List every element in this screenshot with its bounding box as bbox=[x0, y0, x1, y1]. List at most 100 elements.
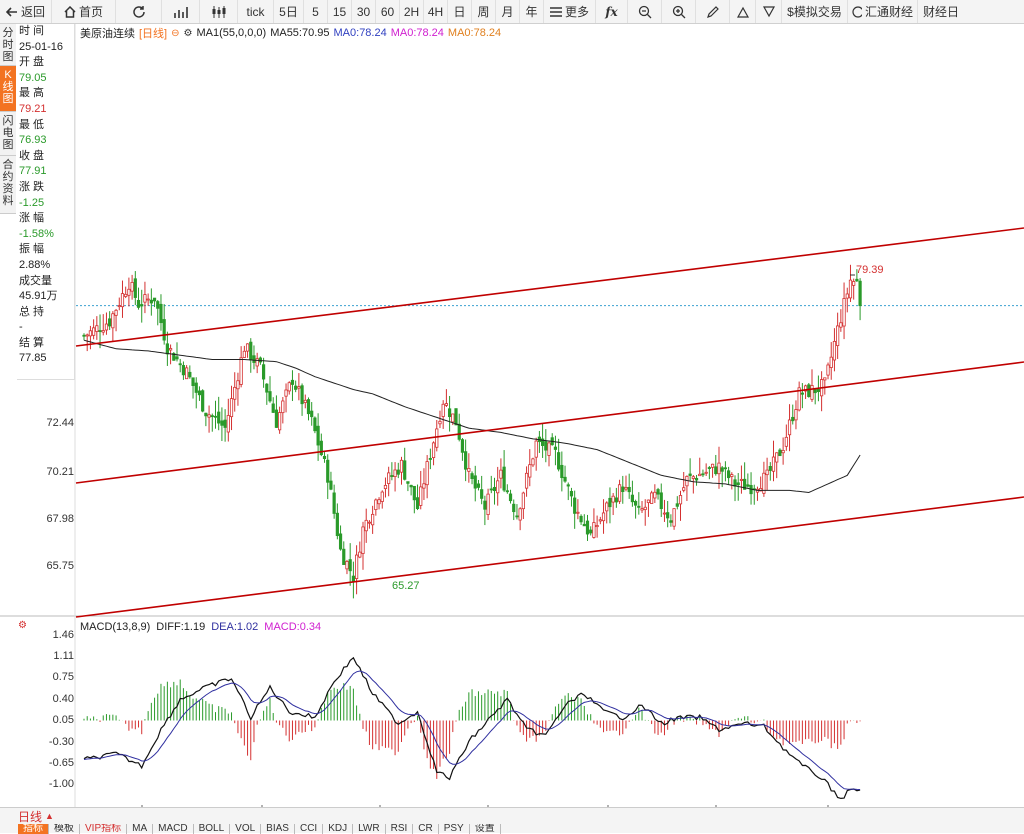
symbol-name: 美原油连续 bbox=[80, 28, 135, 40]
zoom-in-button[interactable] bbox=[662, 0, 696, 23]
candle bbox=[762, 461, 766, 497]
more-label: 更多 bbox=[564, 5, 589, 19]
candle bbox=[755, 486, 760, 501]
candle-body bbox=[842, 298, 846, 327]
caijing-button[interactable]: 财经日 bbox=[918, 0, 964, 23]
candle-body bbox=[707, 467, 711, 469]
period-tick[interactable]: tick bbox=[238, 0, 274, 23]
open-value: 79.05 bbox=[19, 71, 47, 84]
candle bbox=[419, 470, 423, 510]
period-month[interactable]: 月 bbox=[496, 0, 520, 23]
open-interest-value: - bbox=[19, 321, 23, 334]
candle bbox=[223, 409, 227, 442]
period-year[interactable]: 年 bbox=[520, 0, 544, 23]
candle-body bbox=[589, 529, 593, 534]
candle-body bbox=[736, 482, 740, 486]
candle-body bbox=[335, 512, 339, 537]
tab-contract[interactable]: 合约资料 bbox=[0, 156, 16, 214]
candle bbox=[669, 514, 673, 527]
macd-settings-icon[interactable]: ⚙ bbox=[18, 620, 27, 631]
bar-chart-icon bbox=[173, 6, 188, 18]
period-day[interactable]: 日 bbox=[448, 0, 472, 23]
period-4h[interactable]: 4H bbox=[424, 0, 448, 23]
candle-body bbox=[194, 382, 198, 393]
candle-body bbox=[98, 330, 102, 332]
candlestick-series bbox=[82, 264, 862, 599]
candle bbox=[659, 483, 663, 517]
candle bbox=[300, 383, 304, 416]
period-label: [日线] bbox=[139, 28, 168, 40]
candle bbox=[534, 437, 538, 471]
candle-body bbox=[95, 325, 99, 332]
candle-body bbox=[152, 297, 157, 302]
settings-icon[interactable]: ⚙ bbox=[184, 28, 193, 39]
candle-style-button[interactable] bbox=[200, 0, 238, 23]
sim-trade-button[interactable]: $模拟交易 bbox=[782, 0, 848, 23]
candle bbox=[656, 487, 660, 500]
arrow-down-button[interactable] bbox=[756, 0, 782, 23]
candle bbox=[136, 287, 141, 310]
candle bbox=[848, 264, 853, 302]
candle-body bbox=[399, 459, 404, 473]
period-15[interactable]: 15 bbox=[328, 0, 352, 23]
candle bbox=[140, 289, 144, 323]
back-button[interactable]: 返回 bbox=[0, 0, 52, 23]
tab-kline[interactable]: K线图 bbox=[0, 66, 16, 112]
period-week[interactable]: 周 bbox=[472, 0, 496, 23]
candle-body bbox=[832, 341, 837, 361]
chart-style-button[interactable] bbox=[162, 0, 200, 23]
high-label: 最 高 bbox=[19, 87, 45, 100]
close-label: 收 盘 bbox=[19, 149, 45, 162]
candle bbox=[361, 521, 365, 570]
tab-timeshare[interactable]: 分时图 bbox=[0, 24, 16, 66]
candle bbox=[316, 413, 320, 461]
candle bbox=[829, 342, 833, 380]
zoom-out-button[interactable] bbox=[628, 0, 662, 23]
price-chart[interactable]: 2024/072024/082024/092024/102024/112024/… bbox=[0, 0, 1024, 833]
more-button[interactable]: 更多 bbox=[544, 0, 596, 23]
candle-body bbox=[258, 357, 262, 363]
period-5[interactable]: 5 bbox=[304, 0, 328, 23]
candle-body bbox=[425, 461, 429, 486]
candle bbox=[351, 561, 355, 599]
candle bbox=[476, 479, 481, 491]
huitong-button[interactable]: 汇通财经 bbox=[848, 0, 918, 23]
period-2h[interactable]: 2H bbox=[400, 0, 424, 23]
candle-body bbox=[268, 391, 272, 402]
candle-body bbox=[800, 392, 804, 395]
candle bbox=[345, 559, 349, 575]
candle bbox=[348, 543, 352, 586]
candle-body bbox=[621, 486, 625, 493]
candle bbox=[813, 388, 817, 405]
candle-body bbox=[454, 408, 458, 426]
macd-legend: MACD(13,8,9) DIFF:1.19 DEA:1.02 MACD:0.3… bbox=[80, 620, 321, 634]
candle-body bbox=[810, 385, 814, 400]
refresh-button[interactable] bbox=[116, 0, 162, 23]
period-5d[interactable]: 5日 bbox=[274, 0, 304, 23]
candle-body bbox=[771, 456, 776, 472]
candle bbox=[409, 484, 413, 496]
candle bbox=[492, 477, 497, 505]
period-30[interactable]: 30 bbox=[352, 0, 376, 23]
candle-body bbox=[261, 364, 266, 380]
tab-flash[interactable]: 闪电图 bbox=[0, 112, 16, 156]
candle-body bbox=[242, 350, 246, 358]
period-60[interactable]: 60 bbox=[376, 0, 400, 23]
formula-button[interactable]: fx bbox=[596, 0, 628, 23]
candle-body bbox=[165, 343, 169, 355]
candle-body bbox=[617, 484, 622, 502]
candle bbox=[698, 457, 702, 477]
candle bbox=[127, 277, 131, 307]
settle-value: 77.85 bbox=[19, 352, 47, 365]
draw-button[interactable] bbox=[696, 0, 730, 23]
candle-body bbox=[387, 472, 391, 484]
side-tabs: 分时图 K线图 闪电图 合约资料 bbox=[0, 24, 17, 214]
home-button[interactable]: 首页 bbox=[52, 0, 116, 23]
candle bbox=[585, 514, 590, 541]
period-selector[interactable]: 日线 ▲ bbox=[18, 809, 76, 824]
candle bbox=[547, 441, 551, 467]
candle bbox=[188, 365, 192, 379]
candle-body bbox=[704, 471, 708, 474]
arrow-up-button[interactable] bbox=[730, 0, 756, 23]
candle-body bbox=[791, 416, 795, 422]
